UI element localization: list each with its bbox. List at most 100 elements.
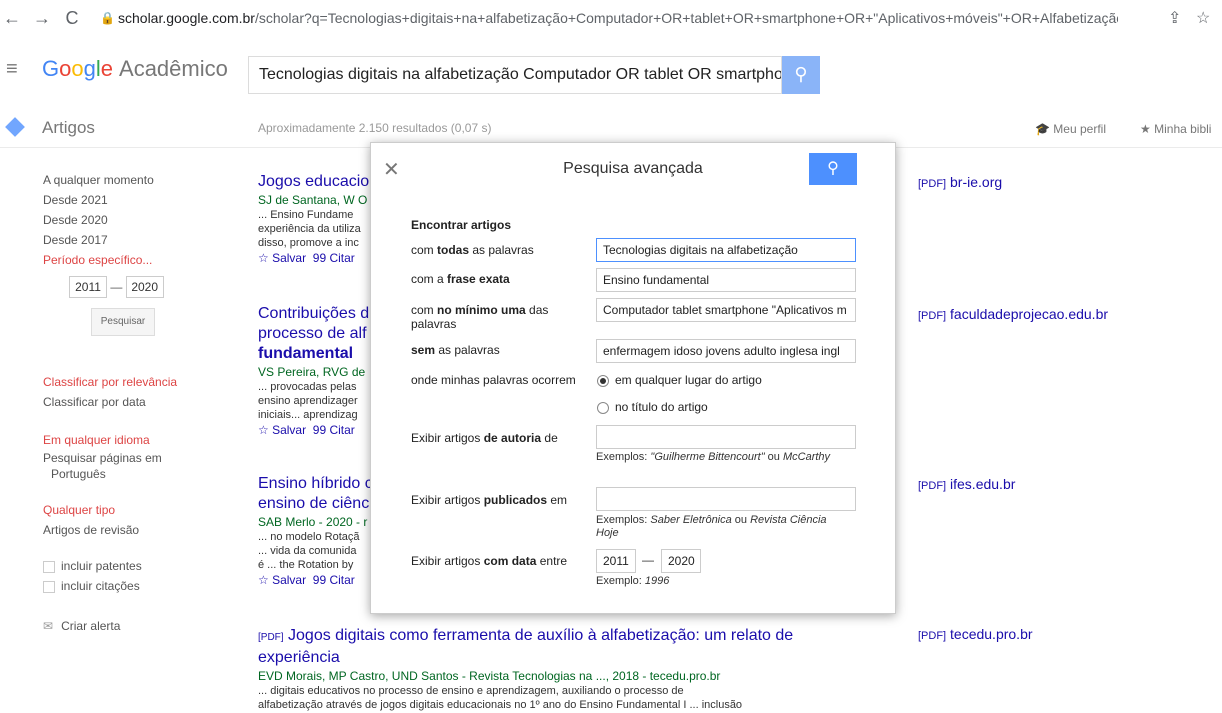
- without-words-label: sem as palavras: [411, 343, 591, 357]
- publication-label: Exibir artigos publicados em: [411, 493, 591, 507]
- date-to-input[interactable]: 2020: [661, 549, 701, 573]
- label-part: em: [547, 493, 568, 507]
- pdf-link[interactable]: [PDF] tecedu.pro.br: [918, 626, 1033, 642]
- filter-any-time[interactable]: A qualquer momento: [43, 170, 223, 190]
- pdf-source: faculdadeprojecao.edu.br: [950, 306, 1109, 322]
- menu-icon[interactable]: ≡: [6, 58, 18, 81]
- result-title[interactable]: [PDF] Jogos digitais como ferramenta de …: [258, 626, 878, 668]
- result-authors[interactable]: EVD Morais, MP Castro, UND Santos - Revi…: [258, 668, 878, 684]
- bookmark-star-icon[interactable]: ☆: [1196, 8, 1210, 28]
- include-patents-checkbox[interactable]: [43, 560, 55, 573]
- my-profile-label: Meu perfil: [1053, 122, 1106, 136]
- back-icon[interactable]: ←: [0, 8, 24, 29]
- example-part: ou: [731, 514, 751, 526]
- result-item: [PDF] Jogos digitais como ferramenta de …: [258, 626, 878, 712]
- label-bold: todas: [437, 243, 470, 257]
- save-link[interactable]: ☆ Salvar: [258, 251, 306, 265]
- scholar-logo[interactable]: Google Acadêmico: [42, 56, 228, 82]
- filters-sidebar: A qualquer momento Desde 2021 Desde 2020…: [43, 170, 223, 636]
- pdf-source: tecedu.pro.br: [950, 626, 1033, 642]
- pdf-link[interactable]: [PDF] faculdadeprojecao.edu.br: [918, 306, 1108, 322]
- result-title-line: fundamental: [258, 345, 354, 362]
- result-snippet: ... digitais educativos no processo de e…: [258, 685, 684, 697]
- filter-review-articles[interactable]: Artigos de revisão: [43, 520, 223, 540]
- pdf-link[interactable]: [PDF] ifes.edu.br: [918, 476, 1015, 492]
- label-part: entre: [536, 554, 568, 568]
- reload-icon[interactable]: C: [60, 8, 84, 29]
- where-words-label: onde minhas palavras ocorrem: [411, 373, 576, 387]
- exact-phrase-input[interactable]: Ensino fundamental: [596, 268, 856, 292]
- result-title-line: Ensino híbrido c: [258, 475, 373, 492]
- radio-anywhere[interactable]: em qualquer lugar do artigo: [597, 373, 762, 387]
- advanced-search-button[interactable]: ⚲: [809, 153, 857, 185]
- share-icon[interactable]: ⇪: [1168, 8, 1181, 28]
- filter-since-2017[interactable]: Desde 2017: [43, 230, 223, 250]
- save-link[interactable]: ☆ Salvar: [258, 573, 306, 587]
- label-bold: frase exata: [447, 272, 510, 286]
- example-part: Exemplos:: [596, 451, 651, 463]
- url-path: /scholar?q=Tecnologias+digitais+na+alfab…: [254, 10, 1118, 26]
- filter-since-2021[interactable]: Desde 2021: [43, 190, 223, 210]
- date-range-dash: —: [642, 553, 654, 567]
- section-articles[interactable]: Artigos: [42, 118, 95, 138]
- address-bar[interactable]: scholar.google.com.br/scholar?q=Tecnolog…: [118, 10, 1118, 26]
- label-part: Exibir artigos: [411, 554, 484, 568]
- my-profile-link[interactable]: 🎓 Meu perfil: [1035, 122, 1106, 136]
- at-least-one-input[interactable]: Computador tablet smartphone "Aplicativo…: [596, 298, 856, 322]
- custom-range-search-button[interactable]: Pesquisar: [91, 308, 155, 336]
- create-alert-label: Criar alerta: [61, 619, 121, 633]
- date-range-label: Exibir artigos com data entre: [411, 554, 591, 568]
- include-citations-option[interactable]: incluir citações: [43, 576, 223, 596]
- label-bold: no mínimo uma: [437, 303, 526, 317]
- logo-letter: g: [83, 56, 96, 81]
- logo-product: Acadêmico: [119, 56, 228, 81]
- publication-example: Exemplos: Saber Eletrônica ou Revista Ci…: [596, 514, 846, 540]
- cite-link[interactable]: 99 Citar: [313, 573, 355, 587]
- sort-relevance[interactable]: Classificar por relevância: [43, 372, 223, 392]
- without-words-input[interactable]: enfermagem idoso jovens adulto inglesa i…: [596, 339, 856, 363]
- create-alert-link[interactable]: ✉ Criar alerta: [43, 616, 223, 636]
- example-part: ou: [764, 451, 783, 463]
- include-citations-checkbox[interactable]: [43, 580, 55, 593]
- pdf-tag: [PDF]: [258, 632, 284, 643]
- example-em: 1996: [644, 575, 670, 587]
- label-part: as palavras: [469, 243, 534, 257]
- result-title-line: ensino de ciênc: [258, 495, 370, 512]
- forward-icon[interactable]: →: [30, 8, 54, 29]
- label-part: Exibir artigos: [411, 431, 484, 445]
- sort-date[interactable]: Classificar por data: [43, 392, 223, 412]
- logo-letter: o: [71, 56, 84, 81]
- example-part: Exemplos:: [596, 514, 651, 526]
- author-input[interactable]: [596, 425, 856, 449]
- all-words-input[interactable]: Tecnologias digitais na alfabetização: [596, 238, 856, 262]
- filter-any-type[interactable]: Qualquer tipo: [43, 500, 223, 520]
- result-title-line: Contribuições d: [258, 305, 370, 322]
- my-library-link[interactable]: ★ Minha bibli: [1140, 122, 1211, 136]
- radio-selected[interactable]: [597, 374, 609, 387]
- pdf-link[interactable]: [PDF] br-ie.org: [918, 174, 1002, 190]
- year-from-input[interactable]: 2011: [69, 276, 107, 298]
- logo-letter: G: [42, 56, 60, 81]
- browser-toolbar: ← → C 🔒 scholar.google.com.br/scholar?q=…: [0, 0, 1222, 38]
- cite-link[interactable]: 99 Citar: [313, 251, 355, 265]
- filter-portuguese[interactable]: Pesquisar páginas em Português: [43, 450, 223, 482]
- logo-letter: e: [100, 56, 114, 81]
- radio-unselected[interactable]: [597, 401, 609, 414]
- filter-since-2020[interactable]: Desde 2020: [43, 210, 223, 230]
- filter-any-language[interactable]: Em qualquer idioma: [43, 430, 223, 450]
- include-patents-option[interactable]: incluir patentes: [43, 556, 223, 576]
- pdf-tag: [PDF]: [918, 178, 947, 190]
- search-input[interactable]: Tecnologias digitais na alfabetização Co…: [248, 56, 782, 94]
- search-icon: ⚲: [794, 64, 808, 84]
- cite-link[interactable]: 99 Citar: [313, 423, 355, 437]
- search-button[interactable]: ⚲: [782, 56, 820, 94]
- year-to-input[interactable]: 2020: [125, 276, 164, 298]
- filter-custom-range[interactable]: Período específico...: [43, 250, 223, 270]
- publication-input[interactable]: [596, 487, 856, 511]
- result-snippet: alfabetização através de jogos digitais …: [258, 699, 743, 711]
- radio-title[interactable]: no título do artigo: [597, 400, 708, 414]
- result-title-line: experiência: [258, 649, 340, 666]
- date-from-input[interactable]: 2011: [596, 549, 636, 573]
- result-title-line: Jogos digitais como ferramenta de auxíli…: [288, 627, 794, 644]
- save-link[interactable]: ☆ Salvar: [258, 423, 306, 437]
